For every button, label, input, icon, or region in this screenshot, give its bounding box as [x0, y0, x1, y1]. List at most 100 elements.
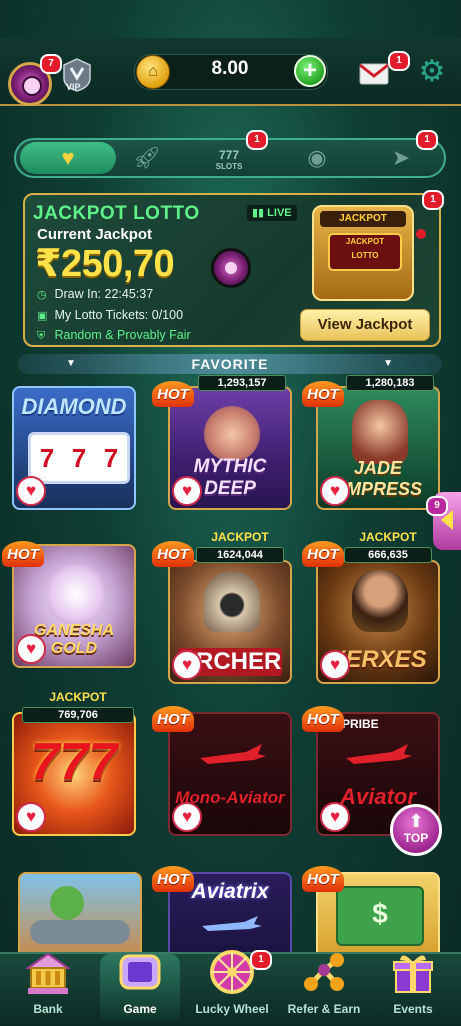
hot-badge: HOT — [302, 706, 344, 732]
roulette-icon: ◉ — [307, 145, 327, 170]
slots-label: SLOTS — [215, 162, 243, 171]
jackpot-value: 1624,044 — [196, 547, 284, 563]
character-image — [204, 406, 260, 462]
table-tab[interactable]: ◉ — [274, 140, 360, 176]
live-badge: ▮▮ LIVE — [247, 205, 297, 221]
hot-badge: HOT — [152, 381, 194, 407]
shield-icon: ⛨ — [37, 330, 46, 342]
avatar-chip-icon — [22, 76, 42, 96]
plane-icon — [344, 740, 414, 770]
mail-icon[interactable] — [358, 58, 392, 86]
gear-icon[interactable]: ⚙ — [416, 56, 448, 88]
jackpot-value: 769,706 — [22, 707, 134, 723]
character-image — [50, 886, 84, 920]
fair-label: ⛨ Random & Provably Fair — [37, 328, 191, 342]
ticket-icon: ▣ — [37, 310, 48, 322]
side-drawer-badge: 9 — [426, 496, 448, 516]
category-tabs: ♥ 🚀︎ 777 SLOTS ◉ ➤ — [14, 138, 446, 178]
favorite-heart-icon[interactable]: ♥ — [16, 802, 46, 832]
jackpot-badge: 1 — [422, 190, 444, 210]
lever-icon — [416, 229, 426, 239]
jackpot-label: 1,280,183 — [346, 374, 434, 391]
shark-icon: ➤ — [391, 145, 411, 170]
balance-value: 8.00 — [211, 58, 249, 79]
bank-icon — [23, 948, 73, 998]
rocket-tab[interactable]: 🚀︎ — [104, 140, 190, 176]
hot-badge: HOT — [302, 541, 344, 567]
favorite-label: FAVORITE — [191, 356, 269, 372]
slots-tab-badge: 1 — [246, 130, 268, 150]
hot-badge: HOT — [152, 706, 194, 732]
mail-badge: 1 — [388, 51, 410, 71]
lucky-wheel-badge: 1 — [250, 950, 272, 970]
game-tile-777[interactable]: 777 ♥ — [12, 712, 136, 836]
clock-icon: ◷ — [37, 289, 47, 301]
nav-label: Events — [393, 1002, 433, 1016]
scroll-to-top-button[interactable]: ⬆ TOP — [390, 804, 442, 856]
lotto-tickets: ▣ My Lotto Tickets: 0/100 — [37, 308, 184, 322]
nav-game[interactable]: Game — [94, 954, 186, 1026]
chevron-down-icon: ▼ — [383, 358, 394, 369]
favorite-heart-icon[interactable]: ♥ — [320, 650, 350, 680]
game-title: 777 — [30, 733, 118, 791]
nav-events[interactable]: Events — [367, 954, 459, 1026]
hot-badge: HOT — [302, 381, 344, 407]
favorite-heart-icon[interactable]: ♥ — [16, 634, 46, 664]
slot-machine-icon — [115, 948, 165, 998]
favorite-heart-icon[interactable]: ♥ — [320, 802, 350, 832]
favorite-heart-icon[interactable]: ♥ — [172, 650, 202, 680]
machine-screen: JACKPOT LOTTO — [328, 233, 402, 271]
avatar-badge: 7 — [40, 54, 62, 74]
favorite-heart-icon[interactable]: ♥ — [172, 476, 202, 506]
coin-icon: ⌂ — [136, 55, 170, 89]
bottom-nav: Bank Game Lucky Wheel 1 Refer & Earn Eve… — [0, 950, 461, 1026]
heart-icon: ♥ — [61, 145, 75, 170]
shark-tab-badge: 1 — [416, 130, 438, 150]
character-image — [352, 400, 408, 464]
nav-refer-earn[interactable]: Refer & Earn — [278, 953, 370, 1026]
jackpot-value: 1,293,157 — [198, 375, 286, 391]
network-icon — [299, 948, 349, 998]
hot-badge: HOT — [152, 866, 194, 892]
jackpot-amount: ₹250,70 — [35, 243, 175, 285]
jackpot-label: 1,293,157 — [198, 374, 286, 391]
slots-777-label: 777 — [218, 148, 239, 162]
jackpot-label: JACKPOT 1624,044 — [196, 528, 284, 563]
jackpot-label: JACKPOT 769,706 — [22, 688, 134, 723]
nav-bank[interactable]: Bank — [2, 952, 94, 1026]
hot-badge: HOT — [152, 541, 194, 567]
jackpot-label: JACKPOT 666,635 — [344, 528, 432, 563]
game-title: DIAMOND — [21, 394, 127, 419]
add-funds-button[interactable]: + — [294, 55, 326, 87]
jackpot-machine-image: JACKPOT JACKPOT LOTTO — [312, 205, 426, 301]
jackpot-value: 1,280,183 — [346, 375, 434, 391]
plane-icon — [198, 740, 268, 770]
reels: 777 — [28, 432, 130, 484]
favorite-heart-icon[interactable]: ♥ — [172, 802, 202, 832]
jackpot-title: JACKPOT — [211, 530, 269, 544]
gift-icon — [388, 948, 438, 998]
favorite-heart-icon[interactable]: ♥ — [16, 476, 46, 506]
view-jackpot-button[interactable]: View Jackpot — [300, 309, 430, 341]
favorite-heart-icon[interactable]: ♥ — [320, 476, 350, 506]
jackpot-title: JACKPOT — [359, 530, 417, 544]
plane-icon — [30, 920, 130, 944]
arrow-up-icon: ⬆ — [408, 811, 424, 831]
hot-badge: HOT — [302, 866, 344, 892]
rocket-icon: 🚀︎ — [133, 145, 161, 170]
nav-label: Bank — [33, 1002, 63, 1016]
jackpot-lotto-card[interactable]: JACKPOT LOTTO ▮▮ LIVE Current Jackpot ₹2… — [23, 193, 441, 347]
game-tile-xerxes[interactable]: XERXES ♥ — [316, 560, 440, 684]
jackpot-value: 666,635 — [344, 547, 432, 563]
jackpot-title: JACKPOT — [49, 690, 107, 704]
chip-icon — [211, 248, 251, 288]
hot-badge: HOT — [2, 541, 44, 567]
plane-icon — [200, 914, 264, 936]
character-image — [204, 572, 260, 632]
character-image — [48, 564, 104, 624]
jackpot-lotto-title: JACKPOT LOTTO — [33, 203, 200, 224]
cash-icon: $ — [336, 886, 424, 946]
favorite-tab[interactable]: ♥ — [20, 142, 116, 174]
game-tile-diamond[interactable]: DIAMOND 777 ♥ — [12, 386, 136, 510]
game-tile-archer[interactable]: ARCHER ♥ — [168, 560, 292, 684]
